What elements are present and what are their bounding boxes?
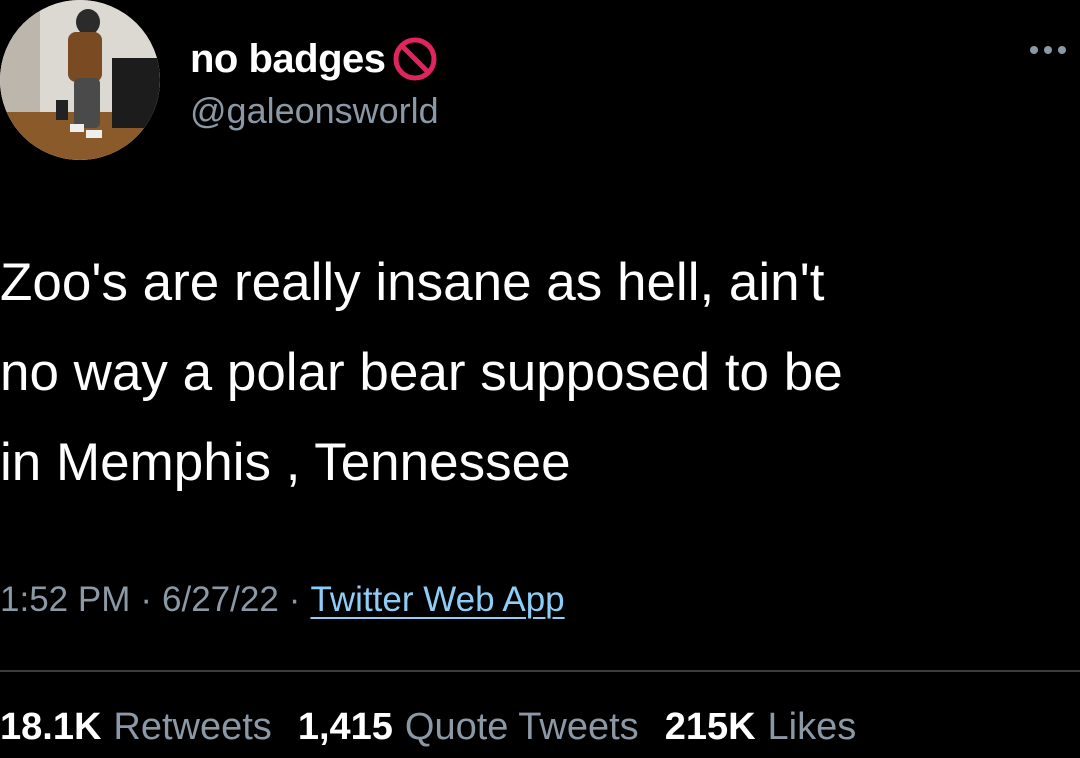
tweet-metadata: 1:52 PM · 6/27/22 · Twitter Web App <box>0 580 565 620</box>
more-options-icon[interactable] <box>1030 40 1080 60</box>
likes-label: Likes <box>767 706 857 748</box>
tweet-date[interactable]: 6/27/22 <box>162 580 279 620</box>
display-name-row[interactable]: no badges <box>190 34 439 84</box>
tweet-time[interactable]: 1:52 PM <box>0 580 130 620</box>
avatar[interactable] <box>0 0 160 160</box>
tweet-text: Zoo's are really insane as hell, ain't n… <box>0 253 843 492</box>
divider <box>0 670 1080 672</box>
user-handle[interactable]: @galeonsworld <box>190 90 439 132</box>
source-link[interactable]: Twitter Web App <box>310 580 564 620</box>
retweets-stat[interactable]: 18.1K Retweets <box>0 706 272 749</box>
likes-stat[interactable]: 215K Likes <box>665 706 857 749</box>
no-entry-icon <box>392 36 438 82</box>
retweets-count: 18.1K <box>0 706 102 748</box>
likes-count: 215K <box>664 706 756 748</box>
separator: · <box>140 580 153 619</box>
author-block: no badges @galeonsworld <box>190 34 439 132</box>
retweets-label: Retweets <box>113 706 272 748</box>
tweet: no badges @galeonsworld Zoo's are really… <box>0 0 1080 758</box>
separator: · <box>288 580 301 619</box>
quote-tweets-stat[interactable]: 1,415 Quote Tweets <box>298 706 639 749</box>
engagement-stats: 18.1K Retweets 1,415 Quote Tweets 215K L… <box>0 706 882 749</box>
quote-tweets-label: Quote Tweets <box>404 706 639 748</box>
display-name[interactable]: no badges <box>190 37 386 82</box>
quote-tweets-count: 1,415 <box>297 706 393 748</box>
